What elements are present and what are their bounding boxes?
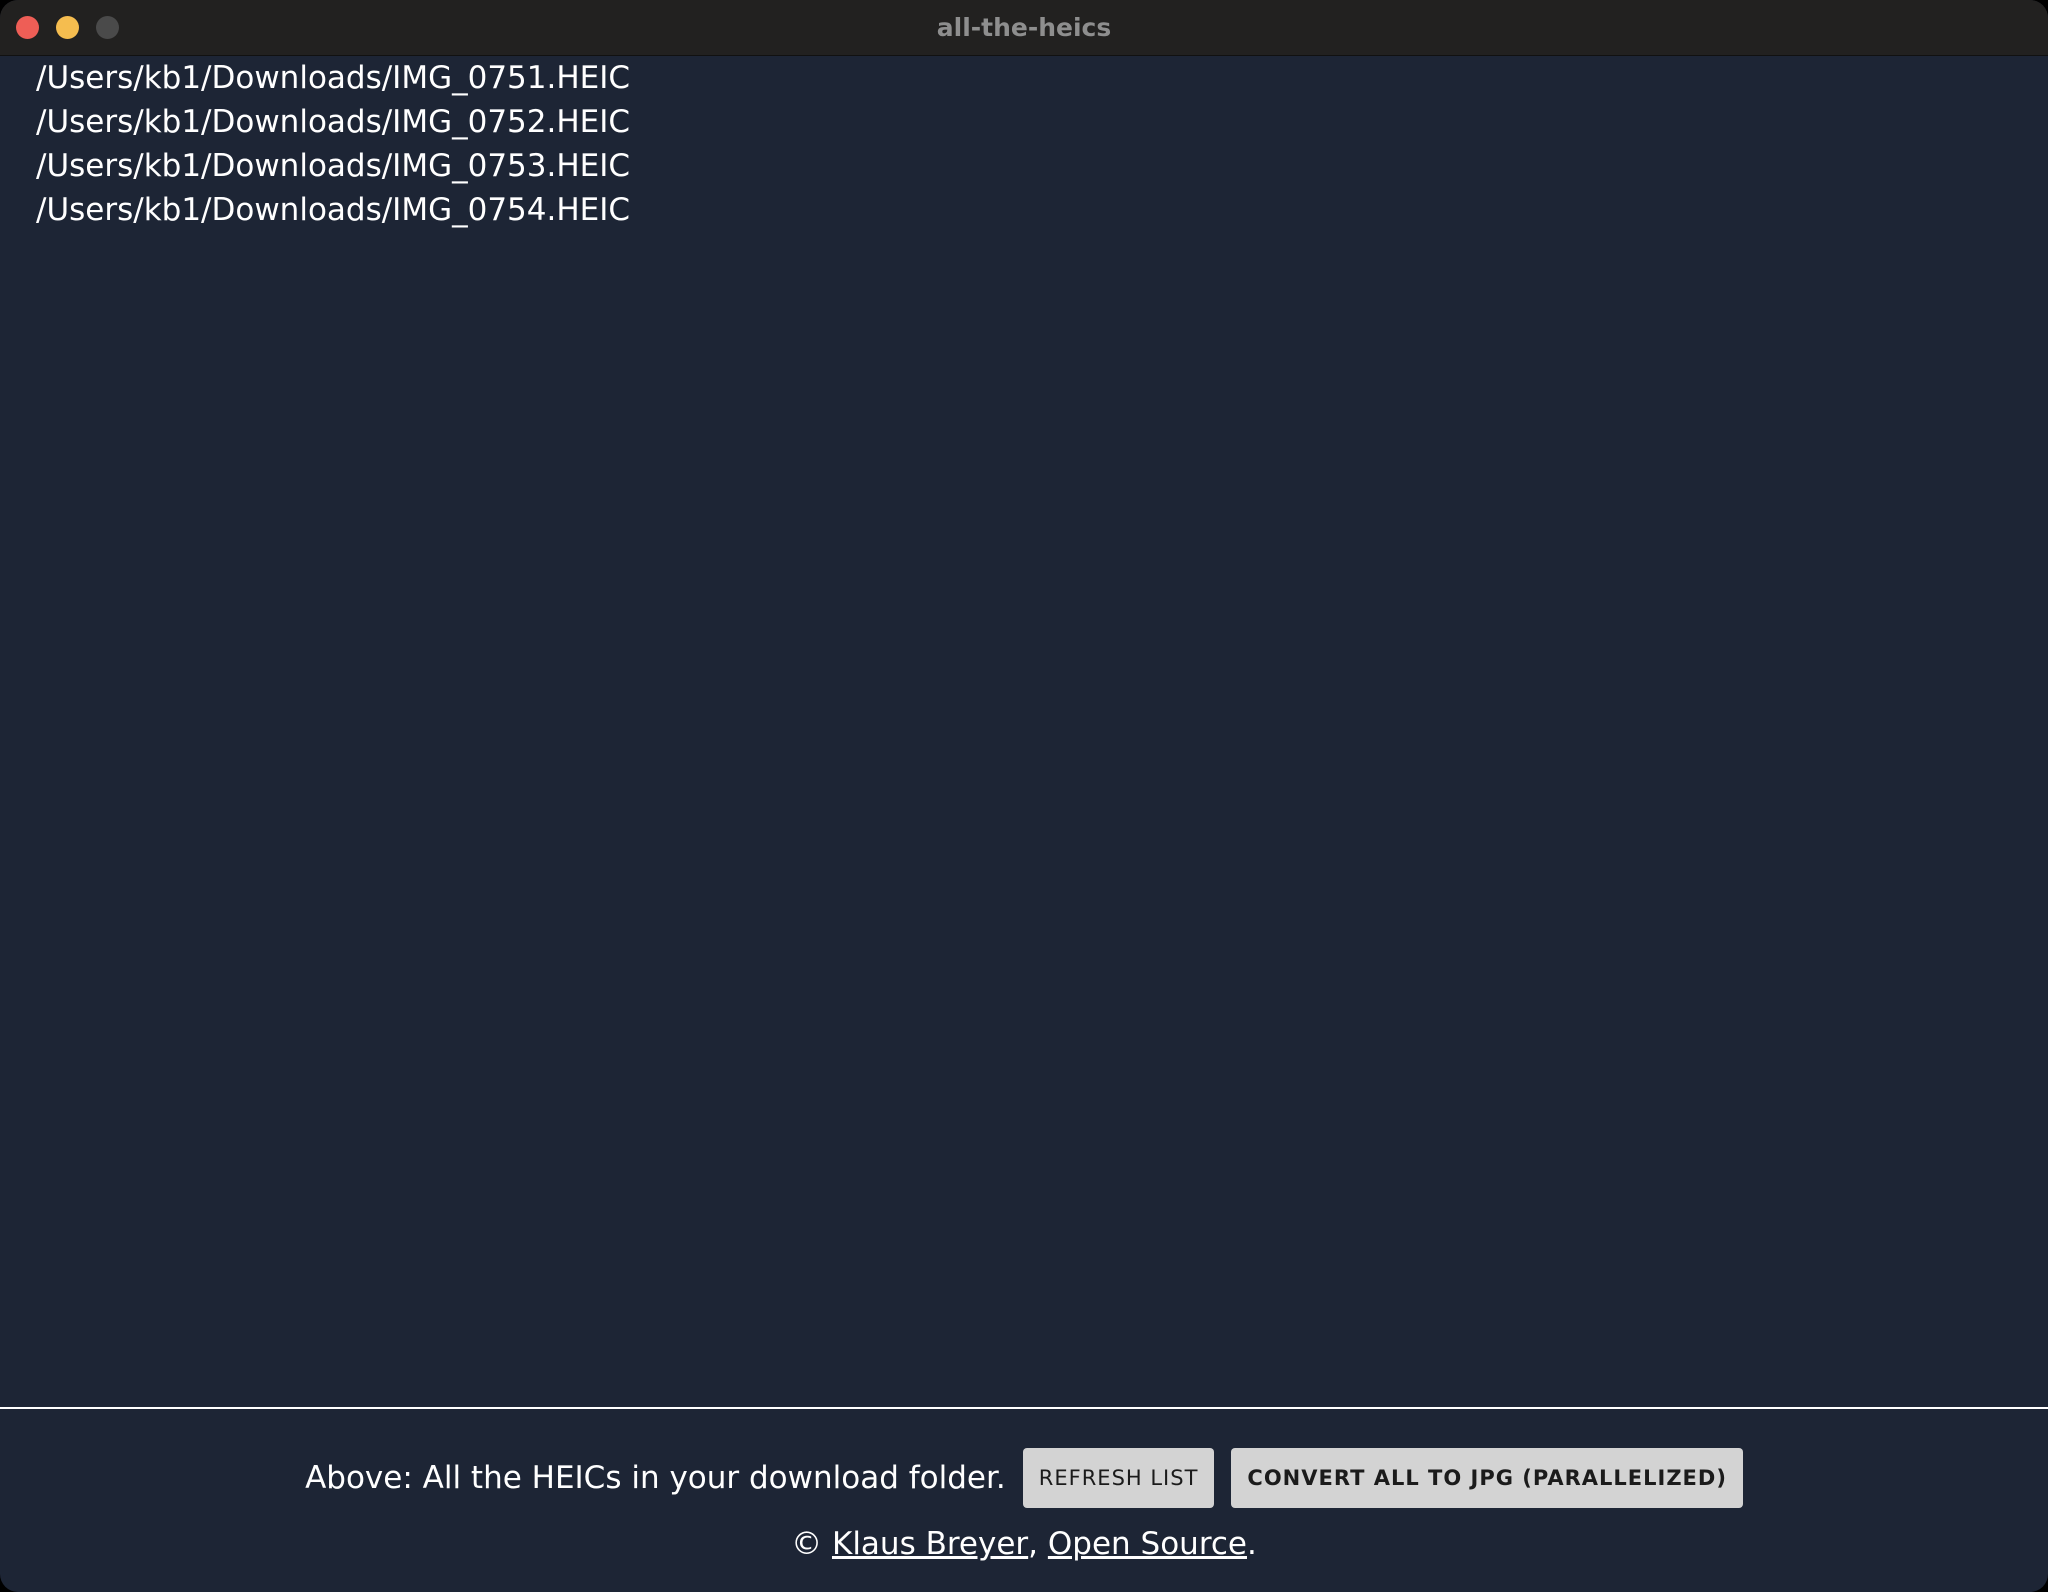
file-list-item: /Users/kb1/Downloads/IMG_0754.HEIC xyxy=(36,192,631,228)
end-period: . xyxy=(1247,1526,1257,1562)
open-source-link[interactable]: Open Source xyxy=(1048,1526,1247,1562)
copyright-symbol: © xyxy=(791,1526,823,1562)
title-bar[interactable]: all-the-heics xyxy=(0,0,2048,56)
refresh-list-button[interactable]: REFRESH LIST xyxy=(1022,1448,1215,1508)
window-title: all-the-heics xyxy=(936,13,1112,42)
convert-all-button[interactable]: CONVERT ALL TO JPG (PARALLELIZED) xyxy=(1231,1448,1743,1508)
footer-divider xyxy=(0,1407,2048,1409)
file-list-item: /Users/kb1/Downloads/IMG_0752.HEIC xyxy=(36,104,631,140)
footer-controls: Above: All the HEICs in your download fo… xyxy=(0,1448,2048,1508)
heic-file-list: /Users/kb1/Downloads/IMG_0751.HEIC /User… xyxy=(36,56,630,232)
footer-description: Above: All the HEICs in your download fo… xyxy=(305,1460,1006,1496)
link-separator: , xyxy=(1028,1526,1039,1562)
file-list-item: /Users/kb1/Downloads/IMG_0753.HEIC xyxy=(36,148,631,184)
author-link[interactable]: Klaus Breyer xyxy=(832,1526,1028,1562)
file-list-item: /Users/kb1/Downloads/IMG_0751.HEIC xyxy=(36,60,631,96)
app-window: all-the-heics /Users/kb1/Downloads/IMG_0… xyxy=(0,0,2048,1592)
copyright-line: © Klaus Breyer, Open Source. xyxy=(0,1520,2048,1568)
